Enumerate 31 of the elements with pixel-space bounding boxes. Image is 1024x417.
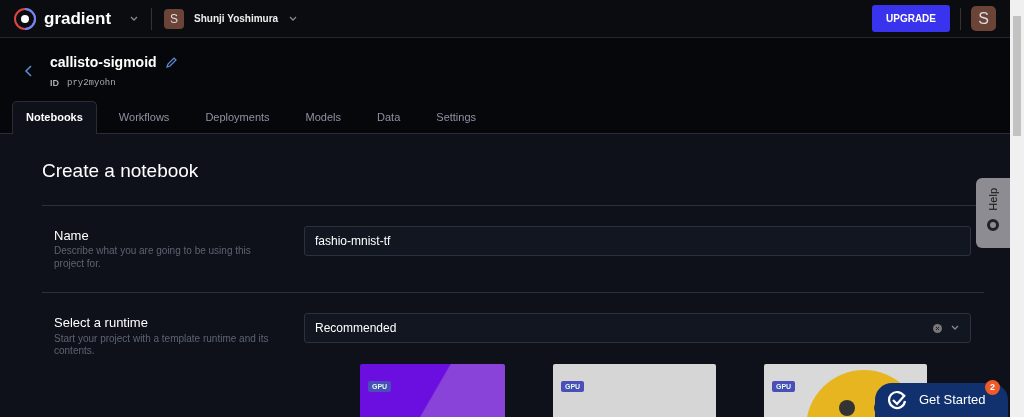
field-description: Start your project with a template runtime and its contents. [54,332,269,358]
name-field[interactable]: fashio-mnist-tf [304,225,971,256]
tab[interactable]: Deployments [191,100,284,133]
avatar: S [164,8,185,29]
user-name[interactable]: Shunji Yoshimura [194,11,279,26]
lifebuoy-icon[interactable] [987,218,999,231]
tab[interactable]: Settings [422,100,491,133]
tab[interactable]: Workflows [104,100,184,133]
check-circle-icon [887,390,907,410]
pencil-icon[interactable] [164,56,177,69]
tab[interactable]: Data [363,100,415,133]
tab[interactable]: Notebooks [12,100,97,134]
back-icon[interactable] [24,65,34,78]
notification-count: 2 [985,380,1000,395]
clear-icon[interactable] [933,323,942,333]
help-tab[interactable]: Help [984,188,1002,211]
page-title: Create a notebook [42,160,200,183]
dropdown-value: Recommended [315,320,397,338]
project-id: pry2myohn [67,77,116,90]
upgrade-button[interactable]: UPGRADE [872,5,950,32]
field-label: Name [54,226,90,245]
runtime-dropdown[interactable]: Recommended [304,313,971,344]
tab[interactable]: Models [291,100,356,133]
logo-icon [14,7,36,30]
brand-name: gradient [44,7,112,30]
field-description: Describe what you are going to be using this project for. [54,245,252,271]
profile-avatar[interactable]: S [971,6,996,31]
get-started-toast[interactable]: Get Started 2 [875,383,1008,417]
project-name: callisto-sigmoid [50,53,157,72]
field-label: Select a runtime [54,314,149,333]
id-label: ID [50,77,59,90]
